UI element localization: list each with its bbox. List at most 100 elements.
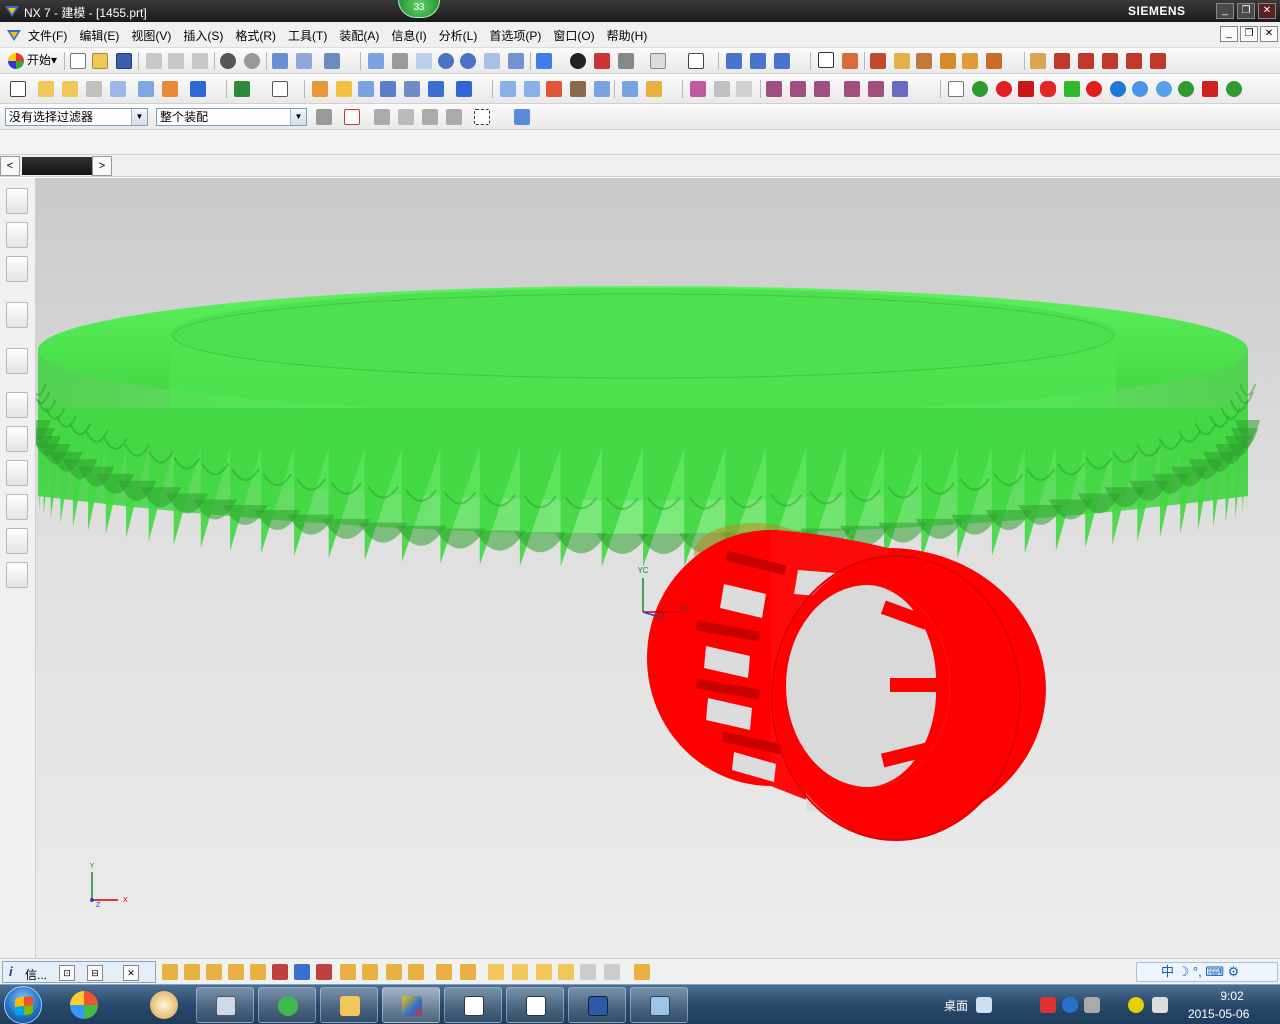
menu-tools[interactable]: 工具(T) <box>288 27 333 44</box>
groove-icon[interactable] <box>428 81 444 97</box>
open-folder-icon[interactable] <box>92 53 108 69</box>
explode-icon[interactable] <box>316 964 332 980</box>
snap-end-icon[interactable] <box>842 53 858 69</box>
mirror-icon[interactable] <box>570 81 586 97</box>
through-curves-icon[interactable] <box>790 81 806 97</box>
measure-body-icon[interactable] <box>940 53 956 69</box>
chamfer-icon[interactable] <box>524 81 540 97</box>
chevron-down-icon[interactable]: ▼ <box>290 109 306 125</box>
taskbar-window-a[interactable] <box>444 987 502 1023</box>
snap-point-icon[interactable] <box>818 52 834 68</box>
taskbar-window-b[interactable] <box>506 987 564 1023</box>
measure-angle-icon[interactable] <box>916 53 932 69</box>
curvature-comb-icon[interactable] <box>1054 53 1070 69</box>
shell-icon[interactable] <box>594 81 610 97</box>
pad-icon[interactable] <box>380 81 396 97</box>
minimize-button[interactable]: _ <box>1216 3 1234 19</box>
zoom-in-out-icon[interactable] <box>438 53 454 69</box>
red-ball-icon[interactable] <box>996 81 1012 97</box>
extrude-icon[interactable] <box>138 81 154 97</box>
check-geometry-icon[interactable] <box>986 53 1002 69</box>
edge-blend-icon[interactable] <box>500 81 516 97</box>
paste-icon[interactable] <box>192 53 208 69</box>
offset-face-icon[interactable] <box>646 81 662 97</box>
tray-app-icon[interactable] <box>1040 997 1056 1013</box>
cut-icon[interactable] <box>146 53 162 69</box>
taskbar-word[interactable] <box>568 987 626 1023</box>
instance-icon[interactable] <box>546 81 562 97</box>
sketch-plane-icon[interactable] <box>62 81 78 97</box>
lock-icon[interactable] <box>536 964 552 980</box>
assembly-constraint-icon[interactable] <box>162 964 178 980</box>
assembly-navigator-tab[interactable] <box>6 188 28 214</box>
inflection-icon[interactable] <box>1102 53 1118 69</box>
menu-file[interactable]: 文件(F) <box>28 27 73 44</box>
windows-start-button[interactable] <box>4 986 42 1024</box>
reuse-library-tab[interactable] <box>6 302 28 328</box>
taskbar-refresh[interactable] <box>258 987 316 1023</box>
info-close-button[interactable]: ✕ <box>123 965 139 981</box>
wcs-orient-icon[interactable] <box>750 53 766 69</box>
undo-icon[interactable] <box>220 53 236 69</box>
needle-bearing[interactable] <box>647 523 1046 841</box>
web-browser-tab[interactable] <box>6 348 28 374</box>
taskbar-calculator[interactable] <box>196 987 254 1023</box>
edit-object-icon[interactable] <box>272 53 288 69</box>
trim-body-icon[interactable] <box>622 81 638 97</box>
replace-component-icon[interactable] <box>250 964 266 980</box>
taskbar-notepad[interactable] <box>630 987 688 1023</box>
mdi-minimize-button[interactable]: _ <box>1220 26 1238 42</box>
unite-icon[interactable] <box>456 81 472 97</box>
menu-format[interactable]: 格式(R) <box>235 27 282 44</box>
surface-icon[interactable] <box>766 81 782 97</box>
slot-icon[interactable] <box>404 81 420 97</box>
redo-icon[interactable] <box>244 53 260 69</box>
clock-time[interactable]: 9:02 <box>1202 989 1262 1003</box>
datum-csys-icon[interactable] <box>110 81 126 97</box>
measure-distance-icon[interactable] <box>870 53 886 69</box>
datum-icon[interactable] <box>86 81 102 97</box>
gear-icon[interactable] <box>1132 81 1148 97</box>
menu-information[interactable]: 信息(I) <box>391 27 432 44</box>
clock-date[interactable]: 2015-05-06 <box>1188 1007 1268 1021</box>
rectangle-select-icon[interactable] <box>474 109 490 125</box>
green-wheel-icon[interactable] <box>1178 81 1194 97</box>
swept-icon[interactable] <box>814 81 830 97</box>
taskbar-explorer[interactable] <box>320 987 378 1023</box>
spline-icon[interactable] <box>714 81 730 97</box>
constraint-navigator-tab[interactable] <box>6 222 28 248</box>
tab-active[interactable] <box>22 157 92 175</box>
wcs-display-icon[interactable] <box>774 53 790 69</box>
tab-next-button[interactable]: > <box>92 156 112 176</box>
chevron-down-icon[interactable]: ▼ <box>131 109 147 125</box>
desktop-folder-icon[interactable] <box>976 997 992 1013</box>
history-tab[interactable] <box>6 392 28 418</box>
app-colorful-icon[interactable] <box>70 991 98 1019</box>
red-shape-icon[interactable] <box>1040 81 1056 97</box>
orient-view-icon[interactable] <box>594 53 610 69</box>
feature-select-icon[interactable] <box>446 109 462 125</box>
tray-settings-icon[interactable] <box>1084 997 1100 1013</box>
patch-icon[interactable] <box>868 81 884 97</box>
blank-sheet-icon[interactable] <box>948 81 964 97</box>
zoom-window-icon[interactable] <box>392 53 408 69</box>
green-shape-icon[interactable] <box>1064 81 1080 97</box>
bevel-gear[interactable] <box>36 286 1261 567</box>
reposition-icon[interactable] <box>228 964 244 980</box>
interference-icon[interactable] <box>408 964 424 980</box>
menu-window[interactable]: 窗口(O) <box>553 27 600 44</box>
info-window-tab[interactable]: i 信... ⊡ ⊟ ✕ <box>2 961 156 983</box>
clearance-icon[interactable] <box>386 964 402 980</box>
helix-icon[interactable] <box>736 81 752 97</box>
ring-icon[interactable] <box>1110 81 1126 97</box>
graphics-window[interactable]: YC XC ZC Y X Z <box>36 178 1280 958</box>
wcs-icon[interactable] <box>726 53 742 69</box>
info-minimize-button[interactable]: ⊟ <box>87 965 103 981</box>
display-component-icon[interactable] <box>558 964 574 980</box>
download-icon[interactable] <box>634 964 650 980</box>
background-icon[interactable] <box>688 53 704 69</box>
zoom-icon[interactable] <box>416 53 432 69</box>
shaded-view-icon[interactable] <box>536 53 552 69</box>
menu-analysis[interactable]: 分析(L) <box>439 27 484 44</box>
measure-length-icon[interactable] <box>894 53 910 69</box>
